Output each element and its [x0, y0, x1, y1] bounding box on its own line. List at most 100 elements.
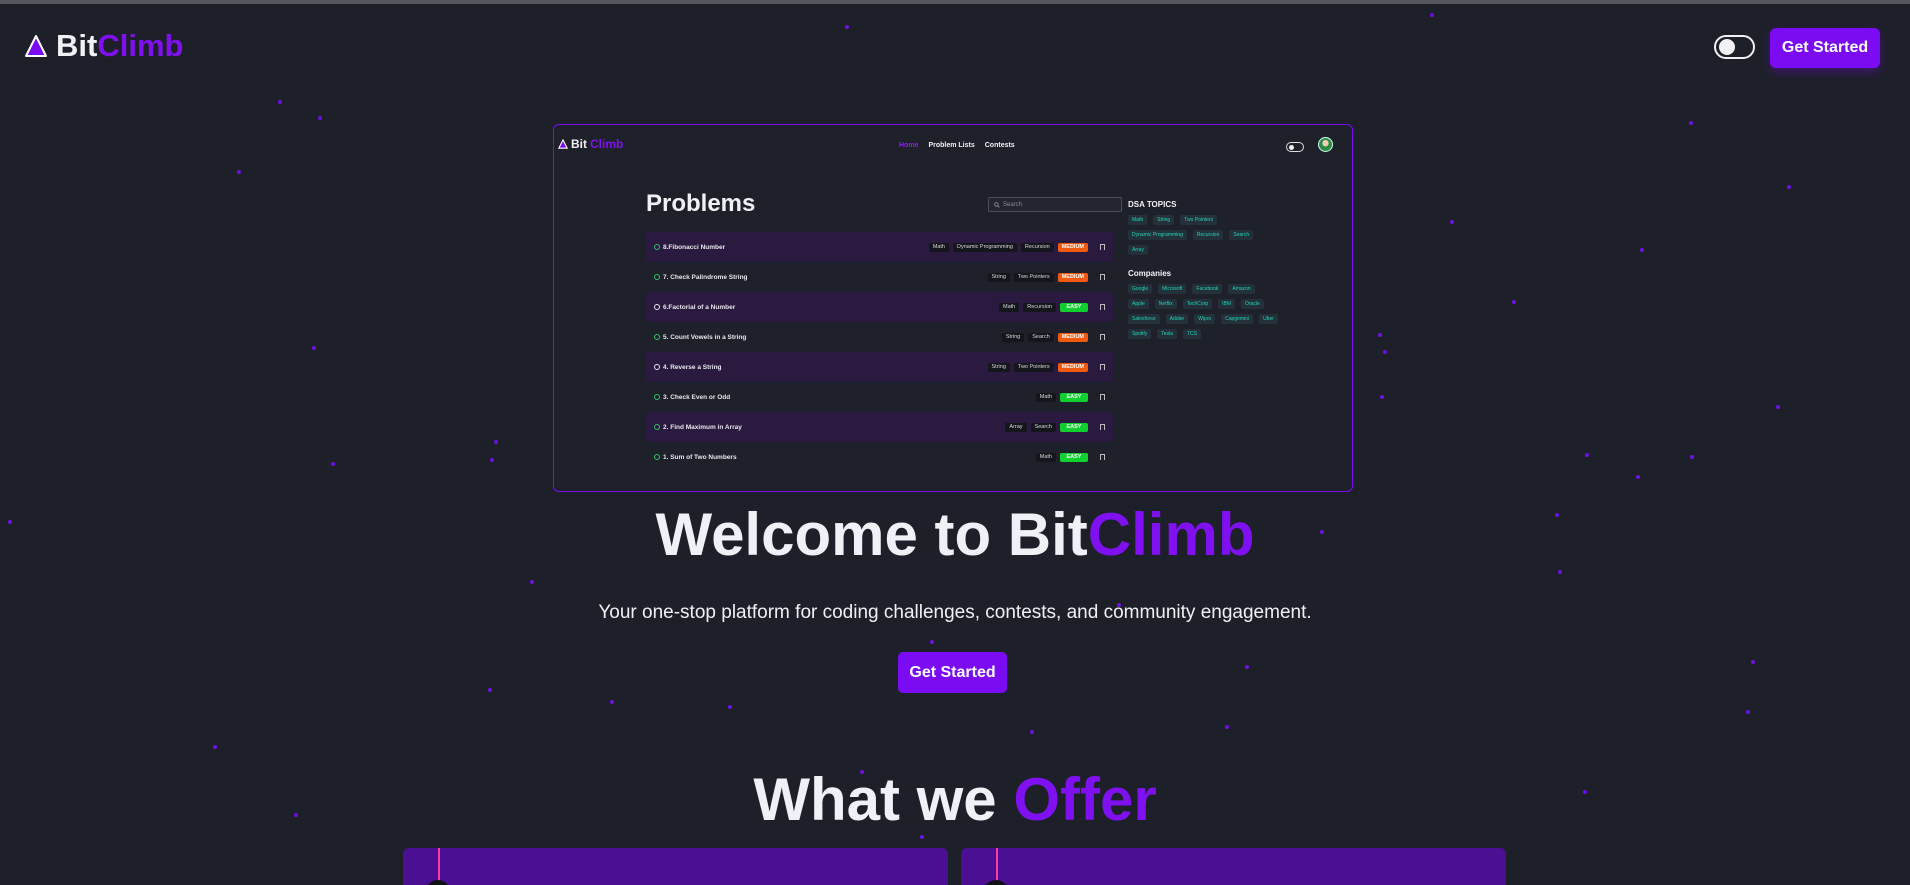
preview-page-title: Problems — [646, 190, 756, 217]
star-dot — [8, 520, 12, 524]
preview-difficulty-badge: EASY — [1060, 422, 1088, 432]
preview-company-chip: Facebook — [1192, 284, 1223, 294]
preview-avatar — [1318, 137, 1333, 152]
bookmark-icon — [1100, 334, 1105, 340]
preview-problem-tag: Recursion — [1023, 302, 1056, 312]
preview-difficulty-badge: EASY — [1060, 452, 1088, 462]
bookmark-icon — [1100, 424, 1105, 430]
preview-company-chip: TCS — [1182, 329, 1201, 339]
offer-title-prefix: What we — [753, 766, 1014, 833]
star-dot — [213, 745, 217, 749]
preview-problem-tag: Search — [1028, 332, 1054, 342]
preview-company-chip: Google — [1128, 284, 1153, 294]
preview-company-chip: Capgemini — [1221, 314, 1254, 324]
preview-problem-row: 2. Find Maximum in Array Array Search EASY — [646, 412, 1113, 442]
star-dot — [920, 835, 924, 839]
preview-problem-row: 8.Fibonacci Number Math Dynamic Programmin… — [646, 232, 1113, 262]
check-circle-icon — [654, 334, 660, 340]
star-dot — [318, 116, 322, 120]
star-dot — [1320, 530, 1324, 534]
hero-get-started-button[interactable]: Get Started — [898, 652, 1007, 693]
preview-companies-heading: Companies — [1128, 269, 1172, 278]
preview-topic-chip: Recursion — [1192, 230, 1224, 240]
preview-nav-contests: Contests — [984, 142, 1015, 149]
brand-logo[interactable]: BitClimb — [24, 28, 183, 64]
star-dot — [1383, 350, 1387, 354]
offer-card-icon — [983, 880, 1009, 885]
header-get-started-button[interactable]: Get Started — [1770, 28, 1880, 68]
preview-company-chip: Oracle — [1241, 299, 1264, 309]
preview-problem-row: 1. Sum of Two Numbers Math EASY — [646, 442, 1113, 472]
bookmark-icon — [1100, 394, 1105, 400]
preview-company-chip: Uber — [1259, 314, 1278, 324]
bookmark-icon — [1100, 274, 1105, 280]
preview-problem-tag: String — [987, 272, 1010, 282]
brand-suffix: Climb — [97, 28, 184, 63]
preview-problem-tag: Two Pointers — [1013, 272, 1054, 282]
offer-card[interactable] — [403, 848, 948, 885]
preview-brand-suffix: Climb — [590, 137, 624, 151]
preview-company-chip: Adobe — [1165, 314, 1189, 324]
hero-title: Welcome to BitClimb — [640, 500, 1270, 569]
bookmark-icon — [1100, 364, 1105, 370]
preview-search-placeholder: Search — [1003, 201, 1023, 208]
star-dot — [845, 25, 849, 29]
preview-topic-chip: Search — [1229, 230, 1254, 240]
preview-company-chip: Amazon — [1228, 284, 1255, 294]
check-circle-icon — [654, 424, 660, 430]
star-dot — [1689, 121, 1693, 125]
preview-brand-prefix: Bit — [571, 137, 587, 151]
preview-problem-tag: Recursion — [1020, 242, 1054, 252]
triangle-logo-icon — [25, 35, 47, 57]
star-dot — [1225, 725, 1229, 729]
preview-nav-home: Home — [899, 142, 919, 149]
star-dot — [331, 462, 335, 466]
star-dot — [930, 640, 934, 644]
brand-name: BitClimb — [56, 28, 183, 64]
star-dot — [1378, 333, 1382, 337]
preview-difficulty-badge: MEDIUM — [1057, 332, 1088, 342]
check-circle-icon — [654, 244, 660, 250]
star-dot — [1636, 475, 1640, 479]
preview-problem-tag: String — [987, 362, 1010, 372]
star-dot — [278, 100, 282, 104]
preview-search: Search — [988, 197, 1122, 212]
check-circle-icon — [654, 394, 660, 400]
preview-difficulty-badge: EASY — [1060, 302, 1088, 312]
star-dot — [1751, 660, 1755, 664]
preview-difficulty-badge: MEDIUM — [1057, 272, 1088, 282]
star-dot — [294, 813, 298, 817]
star-dot — [1430, 13, 1434, 17]
preview-company-chip: Microsoft — [1158, 284, 1187, 294]
preview-problem-title: 5. Count Vowels in a String — [663, 333, 747, 341]
star-dot — [1245, 665, 1249, 669]
preview-difficulty-badge: MEDIUM — [1057, 362, 1088, 372]
preview-triangle-logo-icon — [558, 139, 568, 149]
bookmark-icon — [1100, 454, 1105, 460]
preview-problem-list: 8.Fibonacci Number Math Dynamic Programmin… — [646, 232, 1113, 472]
offer-card[interactable] — [961, 848, 1506, 885]
preview-theme-toggle — [1286, 142, 1304, 152]
preview-company-chip: Tesla — [1157, 329, 1177, 339]
star-dot — [1558, 570, 1562, 574]
preview-problem-row: 7. Check Palindrome String String Two Poin… — [646, 262, 1113, 292]
preview-nav-problem-lists: Problem Lists — [928, 142, 975, 149]
preview-problem-row: 6.Factorial of a Number Math Recursion EASY — [646, 292, 1113, 322]
preview-company-chip: Salesforce — [1128, 314, 1160, 324]
star-dot — [488, 688, 492, 692]
preview-difficulty-badge: EASY — [1060, 392, 1088, 402]
preview-company-chips: Google Microsoft Facebook Amazon Apple Netfli… — [1128, 284, 1278, 339]
star-dot — [728, 705, 732, 709]
preview-topic-chip: Math — [1128, 215, 1148, 225]
star-dot — [610, 700, 614, 704]
preview-problem-tag: Math — [999, 302, 1020, 312]
preview-company-chip: Apple — [1128, 299, 1149, 309]
star-dot — [1690, 455, 1694, 459]
preview-problem-tag: Dynamic Programming — [952, 242, 1017, 252]
star-dot — [1380, 395, 1384, 399]
preview-problem-title: 2. Find Maximum in Array — [663, 423, 742, 431]
preview-topic-chip: Two Pointers — [1180, 215, 1218, 225]
star-dot — [530, 580, 534, 584]
offer-section-title: What we Offer — [700, 765, 1210, 834]
theme-toggle[interactable] — [1714, 35, 1755, 59]
